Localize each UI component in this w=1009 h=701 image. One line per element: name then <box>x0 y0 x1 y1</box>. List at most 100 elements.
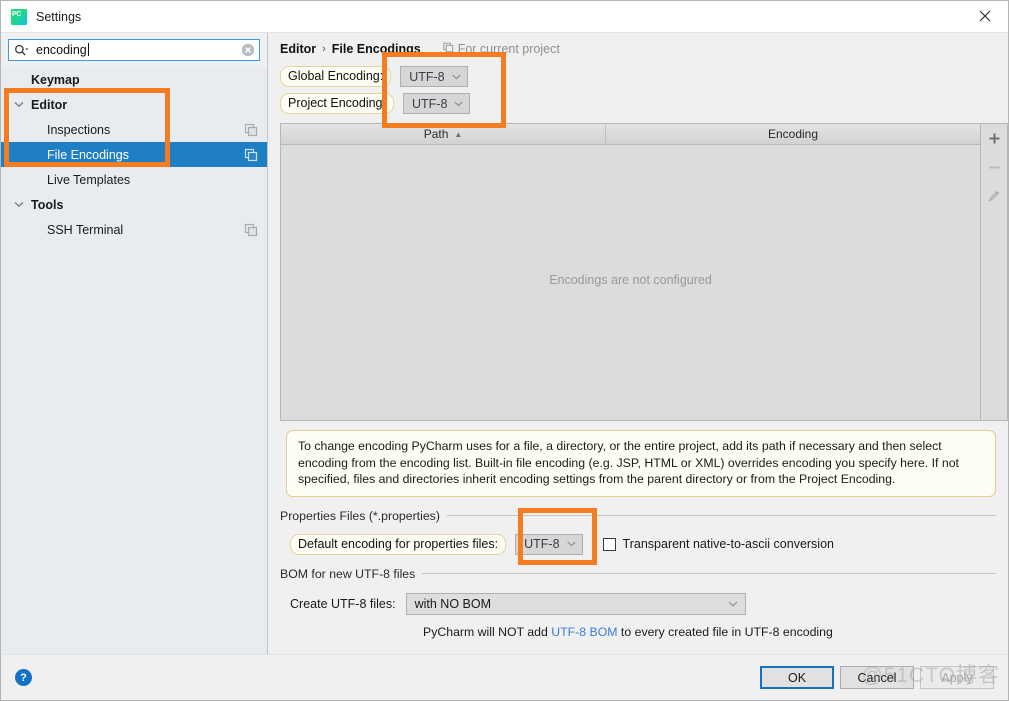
encodings-table-header: Path ▲ Encoding <box>281 124 980 145</box>
scope-label: For current project <box>457 41 560 56</box>
file-encodings-panel: Editor › File Encodings For current proj… <box>268 33 1008 654</box>
help-button[interactable]: ? <box>15 669 32 686</box>
default-properties-encoding-row: Default encoding for properties files: U… <box>280 533 996 555</box>
sidebar-item-editor[interactable]: Editor <box>1 92 267 117</box>
project-settings-icon <box>244 148 258 162</box>
search-area: encoding <box>1 33 267 67</box>
breadcrumb-separator: › <box>322 42 326 55</box>
bom-group: BOM for new UTF-8 files Create UTF-8 fil… <box>280 567 996 639</box>
bom-group-label: BOM for new UTF-8 files <box>280 566 416 581</box>
sidebar-item-file-encodings[interactable]: File Encodings <box>1 142 267 167</box>
chevron-down-icon[interactable] <box>9 101 29 108</box>
project-settings-icon <box>244 223 258 237</box>
search-icon <box>14 44 29 57</box>
sidebar-item-label: Tools <box>31 197 64 212</box>
properties-files-group-label: Properties Files (*.properties) <box>280 508 440 523</box>
column-header-encoding-label: Encoding <box>767 127 819 141</box>
chevron-down-icon[interactable] <box>9 201 29 208</box>
sidebar-item-live-templates[interactable]: Live Templates <box>1 167 267 192</box>
encodings-table-body[interactable]: Encodings are not configured <box>281 145 980 420</box>
create-utf8-value: with NO BOM <box>414 596 491 611</box>
project-encoding-label: Project Encoding: <box>280 93 394 114</box>
cancel-button[interactable]: Cancel <box>840 666 914 689</box>
remove-row-button[interactable] <box>983 157 1005 177</box>
minus-icon <box>989 166 999 168</box>
sort-ascending-icon: ▲ <box>454 129 463 139</box>
pycharm-icon <box>11 8 27 25</box>
breadcrumb: Editor › File Encodings For current proj… <box>268 33 1008 59</box>
sidebar-item-tools[interactable]: Tools <box>1 192 267 217</box>
encoding-selectors: Global Encoding: UTF-8 Project Encoding:… <box>268 59 1008 121</box>
scope-indicator: For current project <box>442 41 560 56</box>
clear-circle-icon[interactable] <box>241 43 255 57</box>
properties-files-group-title: Properties Files (*.properties) <box>280 509 996 523</box>
empty-state-text: Encodings are not configured <box>549 272 712 287</box>
encodings-table-toolbar <box>980 123 1008 421</box>
utf8-bom-link[interactable]: UTF-8 BOM <box>551 625 617 639</box>
text-caret <box>87 43 89 56</box>
global-encoding-dropdown[interactable]: UTF-8 <box>400 66 468 87</box>
column-header-path[interactable]: Path ▲ <box>281 124 606 144</box>
column-header-encoding[interactable]: Encoding <box>606 124 980 144</box>
global-encoding-value: UTF-8 <box>409 69 445 84</box>
chevron-down-icon <box>451 74 461 79</box>
checkbox-box[interactable] <box>602 537 616 551</box>
global-encoding-row: Global Encoding: UTF-8 <box>280 63 1008 90</box>
sidebar-item-label: SSH Terminal <box>47 222 124 237</box>
sidebar-item-label: Inspections <box>47 122 111 137</box>
settings-sidebar: encoding Keymap Editor Inspections File … <box>1 33 268 654</box>
close-icon[interactable] <box>962 1 1008 31</box>
encodings-table-main: Path ▲ Encoding Encodings are not config… <box>280 123 980 421</box>
edit-row-button[interactable] <box>983 186 1005 206</box>
encodings-table: Path ▲ Encoding Encodings are not config… <box>280 123 1008 421</box>
create-utf8-label: Create UTF-8 files: <box>290 596 396 611</box>
plus-icon <box>989 133 999 143</box>
breadcrumb-parent[interactable]: Editor <box>280 42 316 56</box>
title-bar: Settings <box>1 1 1008 32</box>
bom-hint: PyCharm will NOT add UTF-8 BOM to every … <box>280 625 996 639</box>
sidebar-item-label: Editor <box>31 97 68 112</box>
footer-buttons: OK Cancel Apply <box>760 666 994 689</box>
sidebar-item-inspections[interactable]: Inspections <box>1 117 267 142</box>
ok-button[interactable]: OK <box>760 666 834 689</box>
sidebar-item-label: Keymap <box>31 72 80 87</box>
create-utf8-dropdown[interactable]: with NO BOM <box>405 592 746 615</box>
project-settings-icon <box>244 123 258 137</box>
bom-group-title: BOM for new UTF-8 files <box>280 567 996 581</box>
chevron-down-icon <box>566 541 576 547</box>
search-value: encoding <box>36 43 87 57</box>
column-header-path-label: Path <box>423 127 449 141</box>
transparent-conversion-checkbox[interactable]: Transparent native-to-ascii conversion <box>602 537 834 551</box>
settings-dialog: Settings encoding <box>0 0 1009 701</box>
global-encoding-label: Global Encoding: <box>280 66 392 87</box>
settings-tree: Keymap Editor Inspections File Encodings… <box>1 67 267 242</box>
pencil-icon <box>988 191 999 202</box>
chevron-down-icon <box>728 601 738 607</box>
default-properties-encoding-value: UTF-8 <box>524 537 560 551</box>
window-title: Settings <box>36 9 82 24</box>
project-encoding-dropdown[interactable]: UTF-8 <box>402 93 471 114</box>
properties-files-group: Properties Files (*.properties) Default … <box>280 509 996 555</box>
search-input[interactable]: encoding <box>8 39 260 61</box>
bom-hint-prefix: PyCharm will NOT add <box>423 624 552 639</box>
project-scope-icon <box>442 42 454 56</box>
group-divider <box>422 573 996 574</box>
add-row-button[interactable] <box>983 128 1005 148</box>
sidebar-item-keymap[interactable]: Keymap <box>1 67 267 92</box>
project-encoding-row: Project Encoding: UTF-8 <box>280 90 1008 117</box>
apply-button[interactable]: Apply <box>920 666 994 689</box>
sidebar-item-ssh-terminal[interactable]: SSH Terminal <box>1 217 267 242</box>
project-encoding-value: UTF-8 <box>411 96 448 111</box>
dialog-footer: ? OK Cancel Apply <box>1 654 1008 700</box>
group-divider <box>446 515 996 516</box>
default-properties-encoding-label: Default encoding for properties files: <box>290 533 507 555</box>
dialog-body: encoding Keymap Editor Inspections File … <box>1 32 1008 654</box>
bom-hint-suffix: to every created file in UTF-8 encoding <box>617 624 833 639</box>
default-properties-encoding-dropdown[interactable]: UTF-8 <box>515 533 583 555</box>
chevron-down-icon <box>454 101 464 106</box>
breadcrumb-current: File Encodings <box>331 41 421 56</box>
sidebar-item-label: Live Templates <box>47 172 131 187</box>
info-tooltip: To change encoding PyCharm uses for a fi… <box>286 430 996 497</box>
sidebar-item-label: File Encodings <box>47 147 129 162</box>
create-utf8-row: Create UTF-8 files: with NO BOM <box>280 592 996 615</box>
